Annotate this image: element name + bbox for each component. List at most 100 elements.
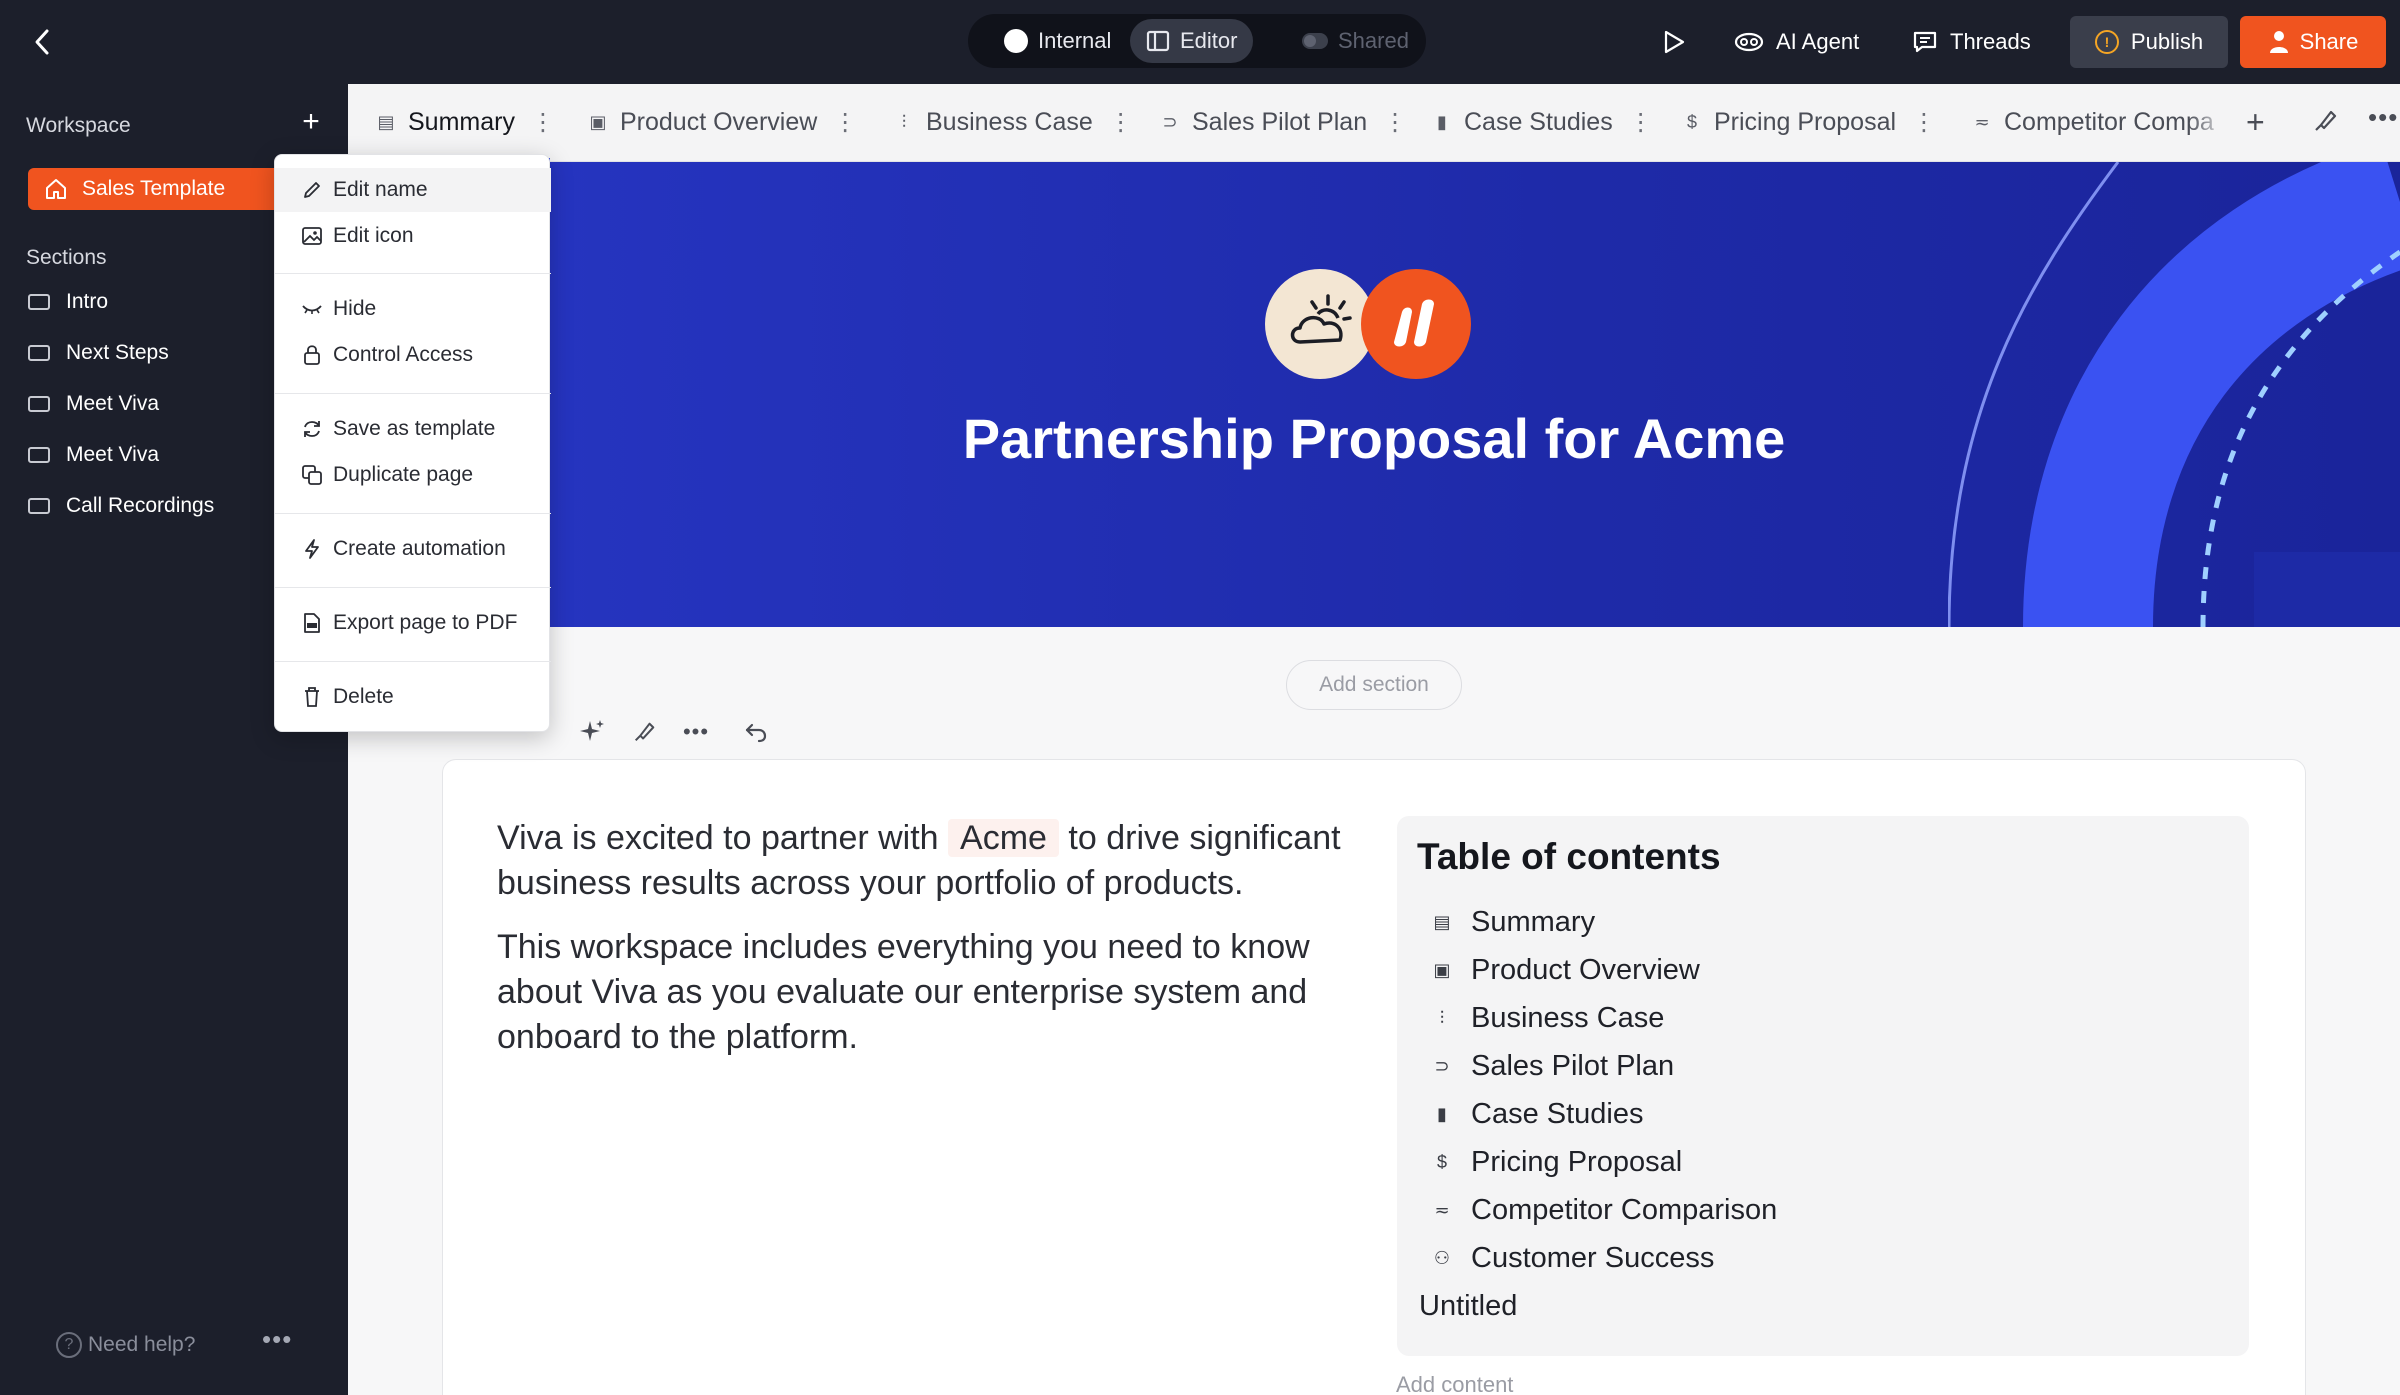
tab-product-overview[interactable]: ▣ Product Overview ⋮ <box>588 102 857 142</box>
tab-overflow-fade <box>2188 84 2228 161</box>
toc-item-competitor-comparison[interactable]: ≂ Competitor Comparison <box>1431 1190 1777 1230</box>
tab-case-studies[interactable]: ▮ Case Studies ⋮ <box>1432 102 1653 142</box>
tab-menu-icon[interactable]: ⋮ <box>531 108 555 137</box>
toc-item-label: Product Overview <box>1471 953 1700 986</box>
tab-menu-icon[interactable]: ⋮ <box>1383 108 1407 137</box>
partly-cloudy-icon <box>1290 294 1352 344</box>
back-button[interactable] <box>22 22 62 62</box>
menu-edit-icon[interactable]: Edit icon <box>275 214 551 258</box>
tab-bar-more-button[interactable]: ••• <box>2368 102 2398 133</box>
toggle-icon <box>1302 33 1328 49</box>
ai-agent-icon <box>1734 32 1764 52</box>
intro-text-before: Viva is excited to partner with <box>497 819 939 857</box>
toc-item-summary[interactable]: ▤ Summary <box>1431 902 1595 942</box>
tab-menu-icon[interactable]: ⋮ <box>1912 108 1936 137</box>
mode-shared-label: Shared <box>1338 28 1409 53</box>
toc-item-case-studies[interactable]: ▮ Case Studies <box>1431 1094 1643 1134</box>
tab-menu-icon[interactable]: ⋮ <box>1109 108 1133 137</box>
section-label: Intro <box>66 290 109 313</box>
paint-brush-icon <box>2315 110 2337 131</box>
add-tab-button[interactable]: + <box>2246 104 2265 141</box>
need-help-link[interactable]: ? Need help? <box>56 1332 195 1358</box>
add-section-button[interactable]: Add section <box>1286 660 1462 710</box>
toc-item-product-overview[interactable]: ▣ Product Overview <box>1431 950 1700 990</box>
chevron-left-icon <box>35 29 49 55</box>
toc-item-customer-success[interactable]: ⚇ Customer Success <box>1431 1238 1714 1278</box>
undo-icon <box>745 723 767 743</box>
refresh-icon <box>301 418 323 440</box>
sparkle-icon <box>580 720 604 741</box>
toc-item-business-case[interactable]: ⫶ Business Case <box>1431 998 1665 1038</box>
menu-save-as-template[interactable]: Save as template <box>275 407 551 451</box>
sidebar-section-meet-viva-2[interactable]: Meet Viva <box>28 437 159 473</box>
menu-control-access[interactable]: Control Access <box>275 333 551 377</box>
section-card-intro: Viva is excited to partner with Acme to … <box>442 759 2306 1395</box>
toc-item-label: Untitled <box>1419 1289 1518 1322</box>
sidebar-section-meet-viva[interactable]: Meet Viva <box>28 386 159 422</box>
mode-internal[interactable]: Internal <box>988 19 1127 63</box>
menu-duplicate-page[interactable]: Duplicate page <box>275 453 551 497</box>
menu-export-pdf[interactable]: Export page to PDF <box>275 601 551 645</box>
top-bar: Internal Editor Shared AI Agent Threads … <box>0 0 2400 84</box>
tab-business-case[interactable]: ⫶ Business Case ⋮ <box>894 102 1133 142</box>
undo-button[interactable] <box>738 714 774 750</box>
style-brush-button[interactable] <box>2312 108 2338 139</box>
customer-variable-tag[interactable]: Acme <box>948 819 1059 857</box>
user-share-icon <box>2269 31 2288 53</box>
section-style-button[interactable] <box>626 714 662 750</box>
sidebar-section-intro[interactable]: Intro <box>28 284 108 320</box>
tab-summary[interactable]: ▤ Summary ⋮ <box>376 102 555 142</box>
menu-create-automation[interactable]: Create automation <box>275 527 551 571</box>
tab-menu-icon[interactable]: ⋮ <box>833 108 857 137</box>
need-help-label: Need help? <box>88 1333 196 1356</box>
ai-agent-label: AI Agent <box>1776 29 1860 54</box>
tab-menu-icon[interactable]: ⋮ <box>1629 108 1653 137</box>
intro-paragraph-2: This workspace includes everything you n… <box>497 928 1310 1056</box>
bookmark-icon: ▮ <box>1437 111 1447 132</box>
section-label: Meet Viva <box>66 392 159 415</box>
tab-label: Competitor Compa <box>2004 107 2214 136</box>
paint-brush-icon <box>634 722 655 742</box>
hero-banner: Partnership Proposal for Acme <box>348 162 2400 627</box>
ai-sparkle-button[interactable] <box>574 714 610 750</box>
pencil-icon <box>301 179 323 201</box>
vendor-logo <box>1361 269 1471 379</box>
intro-text-block[interactable]: Viva is excited to partner with Acme to … <box>497 816 1367 1079</box>
toc-item-untitled[interactable]: Untitled <box>1419 1286 1517 1326</box>
section-label: Call Recordings <box>66 494 215 517</box>
section-icon <box>28 396 50 412</box>
menu-label: Duplicate page <box>333 463 474 486</box>
mode-shared[interactable]: Shared <box>1286 19 1425 63</box>
customer-logo <box>1265 269 1375 379</box>
internal-dot-icon <box>1004 29 1028 53</box>
hero-decoration <box>1948 162 2400 627</box>
menu-label: Export page to PDF <box>333 611 518 634</box>
pilot-icon: ⊃ <box>1162 111 1178 132</box>
menu-delete[interactable]: Delete <box>275 675 551 719</box>
sidebar-section-call-recordings[interactable]: Call Recordings <box>28 488 214 524</box>
product-icon: ▣ <box>1433 959 1451 980</box>
share-button[interactable]: Share <box>2240 16 2386 68</box>
copy-icon <box>301 464 323 486</box>
publish-button[interactable]: ! Publish <box>2070 16 2228 68</box>
ai-agent-button[interactable]: AI Agent <box>1734 18 1859 66</box>
sidebar-section-next-steps[interactable]: Next Steps <box>28 335 169 371</box>
question-circle-icon: ? <box>56 1332 82 1358</box>
menu-edit-name[interactable]: Edit name <box>275 168 551 212</box>
sidebar-more-button[interactable]: ••• <box>262 1324 292 1355</box>
menu-hide[interactable]: Hide <box>275 287 551 331</box>
tab-sales-pilot-plan[interactable]: ⊃ Sales Pilot Plan ⋮ <box>1160 102 1407 142</box>
menu-divider <box>275 661 551 662</box>
toc-item-pricing-proposal[interactable]: $ Pricing Proposal <box>1431 1142 1682 1182</box>
add-page-button[interactable]: + <box>296 107 326 138</box>
threads-button[interactable]: Threads <box>1912 18 2031 66</box>
section-more-button[interactable]: ••• <box>678 714 714 750</box>
toc-title: Table of contents <box>1417 836 1721 877</box>
section-icon <box>28 498 50 514</box>
toc-item-sales-pilot-plan[interactable]: ⊃ Sales Pilot Plan <box>1431 1046 1674 1086</box>
mode-editor[interactable]: Editor <box>1130 19 1254 63</box>
preview-play-button[interactable] <box>1662 18 1686 66</box>
chart-icon: ⫶ <box>1439 1007 1445 1028</box>
tab-pricing-proposal[interactable]: $ Pricing Proposal ⋮ <box>1682 102 1936 142</box>
add-content-button[interactable]: Add content <box>1396 1372 1513 1395</box>
